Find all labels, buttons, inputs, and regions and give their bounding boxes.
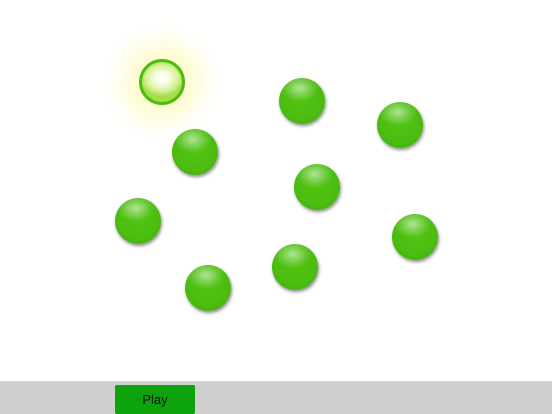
green-dot[interactable] xyxy=(392,214,438,260)
green-dot[interactable] xyxy=(377,102,423,148)
green-dot[interactable] xyxy=(115,198,161,244)
game-board xyxy=(0,0,552,381)
play-button[interactable]: Play xyxy=(115,385,195,414)
green-dot[interactable] xyxy=(172,129,218,175)
green-dot[interactable] xyxy=(185,265,231,311)
game-stage: Play xyxy=(0,0,552,414)
controls-bar: Play xyxy=(0,381,552,414)
green-dot[interactable] xyxy=(279,78,325,124)
green-dot[interactable] xyxy=(272,244,318,290)
glowing-dot[interactable] xyxy=(139,59,185,105)
green-dot[interactable] xyxy=(294,164,340,210)
